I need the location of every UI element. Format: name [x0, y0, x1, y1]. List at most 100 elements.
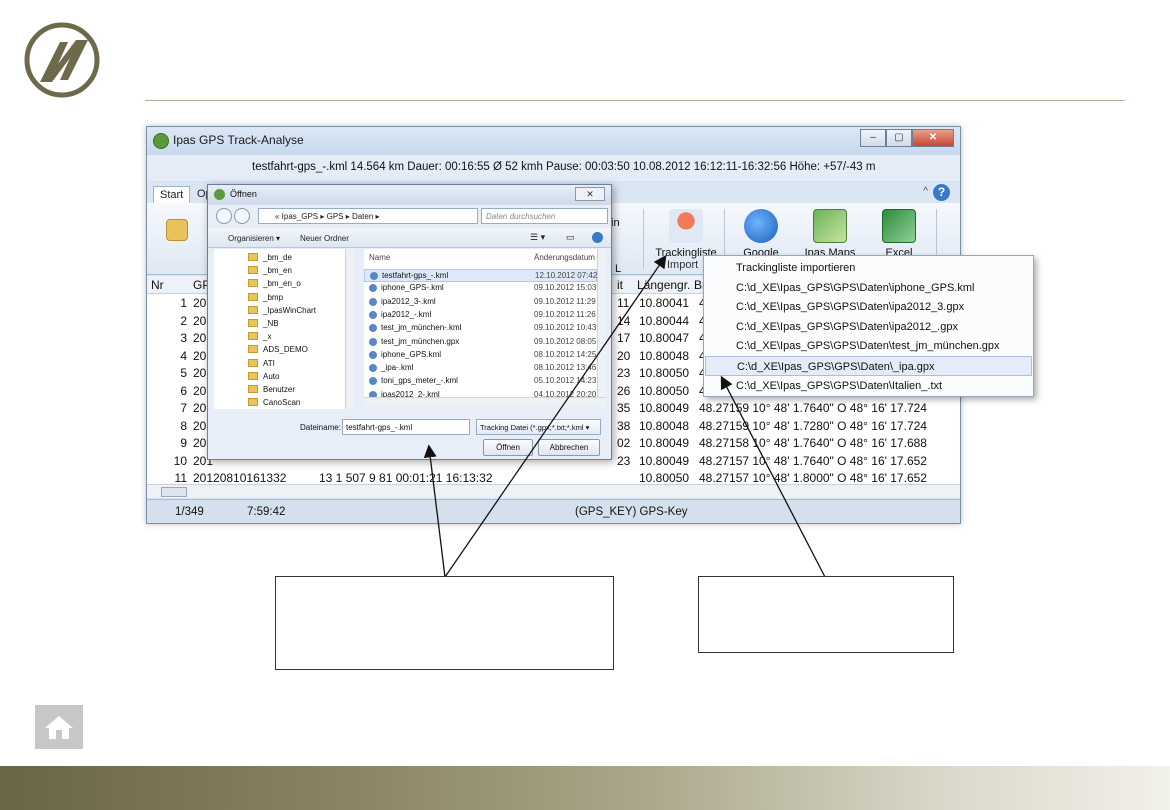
- filename-input[interactable]: testfahrt-gps_-.kml: [342, 419, 470, 435]
- file-item[interactable]: iphone_GPS-.kml 09.10.2012 15:03: [364, 282, 597, 295]
- dialog-close-button[interactable]: ✕: [575, 187, 605, 201]
- folder-label: Benutzer: [263, 385, 296, 394]
- dialog-help-icon[interactable]: [592, 232, 603, 243]
- help-icon[interactable]: ?: [933, 184, 950, 201]
- cell-longitude: 10.80044: [639, 313, 690, 328]
- tree-folder[interactable]: ADS_DEMO: [248, 345, 308, 358]
- menu-item-recent-file[interactable]: C:\d_XE\Ipas_GPS\GPS\Daten\Italien_.txt: [705, 376, 1032, 396]
- window-title: Ipas GPS Track-Analyse: [173, 133, 304, 147]
- folder-icon: [248, 358, 258, 367]
- cancel-button[interactable]: Abbrechen: [538, 439, 600, 456]
- file-item[interactable]: _ipa-.kml 08.10.2012 13:46: [364, 362, 597, 375]
- dialog-nav: « Ipas_GPS ▸ GPS ▸ Daten ▸ Daten durchsu…: [208, 205, 611, 227]
- file-item[interactable]: test_jm_münchen.gpx 09.10.2012 08:05: [364, 336, 597, 349]
- file-date: 09.10.2012 15:03: [534, 283, 597, 293]
- menu-item-recent-file[interactable]: C:\d_XE\Ipas_GPS\GPS\Daten\ipa2012_.gpx: [705, 317, 1032, 337]
- col-time[interactable]: it: [617, 278, 623, 292]
- menu-item-recent-file[interactable]: C:\d_XE\Ipas_GPS\GPS\Daten\ipa2012_3.gpx: [705, 297, 1032, 317]
- folder-label: _bm_de: [263, 253, 292, 262]
- tree-folder[interactable]: _x: [248, 332, 271, 345]
- breadcrumb[interactable]: « Ipas_GPS ▸ GPS ▸ Daten ▸: [258, 208, 478, 224]
- tree-folder[interactable]: _bm_en_o: [248, 279, 301, 292]
- col-date-header[interactable]: Änderungsdatum: [534, 253, 595, 262]
- file-date: 09.10.2012 11:29: [534, 296, 596, 306]
- col-nr[interactable]: Nr: [151, 278, 164, 292]
- filetype-select[interactable]: Tracking Datei (*.gpx;*.txt;*.kml ▾: [476, 419, 601, 435]
- tree-folder[interactable]: _bm_de: [248, 253, 292, 266]
- globe-icon: [744, 209, 778, 243]
- file-item[interactable]: testfahrt-gps_-.kml 12.10.2012 07:42: [364, 269, 597, 282]
- menu-item-recent-file[interactable]: C:\d_XE\Ipas_GPS\GPS\Daten\iphone_GPS.km…: [705, 278, 1032, 298]
- open-button[interactable]: Öffnen: [483, 439, 533, 456]
- folder-label: CanoScan: [263, 398, 301, 408]
- cell-longitude: 10.80048: [639, 348, 690, 363]
- file-item[interactable]: ipa2012_-.kml 09.10.2012 11:26: [364, 309, 597, 322]
- dialog-search-input[interactable]: Daten durchsuchen: [481, 208, 608, 224]
- tree-folder[interactable]: Auto: [248, 371, 279, 385]
- maximize-button[interactable]: ▢: [886, 129, 912, 147]
- file-icon: [369, 297, 377, 306]
- view-options-icon[interactable]: ☰ ▾: [530, 232, 545, 243]
- tree-folder[interactable]: CanoScan: [248, 398, 300, 409]
- file-list-hscrollbar[interactable]: [364, 397, 606, 407]
- file-name: _ipa-.kml: [381, 363, 414, 373]
- file-icon: [369, 284, 377, 293]
- trackingliste-menu: Trackingliste importieren C:\d_XE\Ipas_GP…: [703, 255, 1034, 397]
- cell-time: 35: [617, 401, 631, 415]
- home-icon: [45, 716, 73, 739]
- file-item[interactable]: iphone_GPS.kml 08.10.2012 14:25: [364, 349, 597, 362]
- partial-label: in: [611, 217, 620, 229]
- minimize-button[interactable]: –: [860, 129, 886, 147]
- cell-gps: 20120810161332: [193, 471, 287, 485]
- forward-icon[interactable]: [234, 208, 250, 224]
- tree-folder[interactable]: _bmp: [248, 292, 283, 306]
- file-icon: [369, 377, 377, 386]
- excel-icon: [882, 209, 916, 243]
- col-longitude[interactable]: Längengr.: [637, 278, 690, 292]
- file-list[interactable]: Name Änderungsdatum testfahrt-gps_-.kml 1…: [364, 249, 597, 397]
- tree-folder[interactable]: _bm_en: [248, 266, 292, 279]
- scroll-thumb[interactable]: [161, 487, 187, 497]
- collapse-ribbon-icon[interactable]: ^: [923, 186, 928, 197]
- file-item[interactable]: ipa2012_3-.kml 09.10.2012 11:29: [364, 296, 597, 309]
- back-icon[interactable]: [216, 208, 232, 224]
- col-name-header[interactable]: Name: [369, 253, 390, 262]
- file-item[interactable]: toni_gps_meter_-.kml 05.10.2012 14:23: [364, 375, 597, 388]
- folder-icon: [248, 332, 258, 341]
- tree-folder[interactable]: Benutzer: [248, 385, 295, 398]
- menu-item-recent-file[interactable]: C:\d_XE\Ipas_GPS\GPS\Daten\test_jm_münch…: [705, 336, 1032, 356]
- home-button[interactable]: [35, 705, 83, 749]
- folder-icon: [248, 279, 258, 288]
- cell-time: 11: [617, 296, 630, 310]
- file-list-scrollbar[interactable]: [597, 249, 606, 397]
- file-name: ipa2012_-.kml: [381, 309, 432, 319]
- file-name: toni_gps_meter_-.kml: [381, 376, 458, 386]
- file-name: testfahrt-gps_-.kml: [382, 271, 449, 280]
- tree-folder[interactable]: _NB: [248, 319, 279, 332]
- cell-nr: 10: [173, 453, 187, 468]
- new-folder-button[interactable]: Neuer Ordner: [300, 234, 349, 243]
- folder-tree[interactable]: _bm_de _bm_en _bm_en_o _bmp _IpasWinChart _NB…: [214, 249, 354, 409]
- partial-label-l: L: [615, 263, 622, 275]
- preview-pane-icon[interactable]: ▭: [566, 232, 575, 243]
- tree-scrollbar[interactable]: [345, 249, 354, 409]
- file-item[interactable]: ipas2012_2-.kml 04.10.2012 20:20: [364, 389, 597, 397]
- file-item[interactable]: test_jm_münchen-.kml 09.10.2012 10:43: [364, 322, 597, 335]
- cell-time: 23: [617, 366, 631, 380]
- horizontal-scrollbar[interactable]: [147, 484, 960, 498]
- folder-icon: [248, 398, 258, 407]
- menu-item-recent-file[interactable]: C:\d_XE\Ipas_GPS\GPS\Daten\_ipa.gpx: [705, 356, 1032, 376]
- cell-nr: 6: [180, 383, 187, 398]
- excel-button[interactable]: Excel: [869, 209, 929, 259]
- menu-item-import[interactable]: Trackingliste importieren: [705, 258, 1032, 278]
- organize-button[interactable]: Organisieren ▾: [228, 234, 280, 243]
- close-button[interactable]: ✕: [912, 129, 954, 147]
- ipas-maps-button[interactable]: Ipas Maps: [799, 209, 861, 259]
- cell-nr: 8: [180, 418, 187, 433]
- folder-label: ATI: [263, 358, 275, 368]
- trackingliste-button[interactable]: Trackingliste: [653, 209, 719, 259]
- open-folder-button[interactable]: [165, 209, 189, 245]
- tab-start[interactable]: Start: [153, 186, 191, 203]
- tree-folder[interactable]: _IpasWinChart: [248, 305, 316, 319]
- tree-folder[interactable]: ATI: [248, 358, 275, 372]
